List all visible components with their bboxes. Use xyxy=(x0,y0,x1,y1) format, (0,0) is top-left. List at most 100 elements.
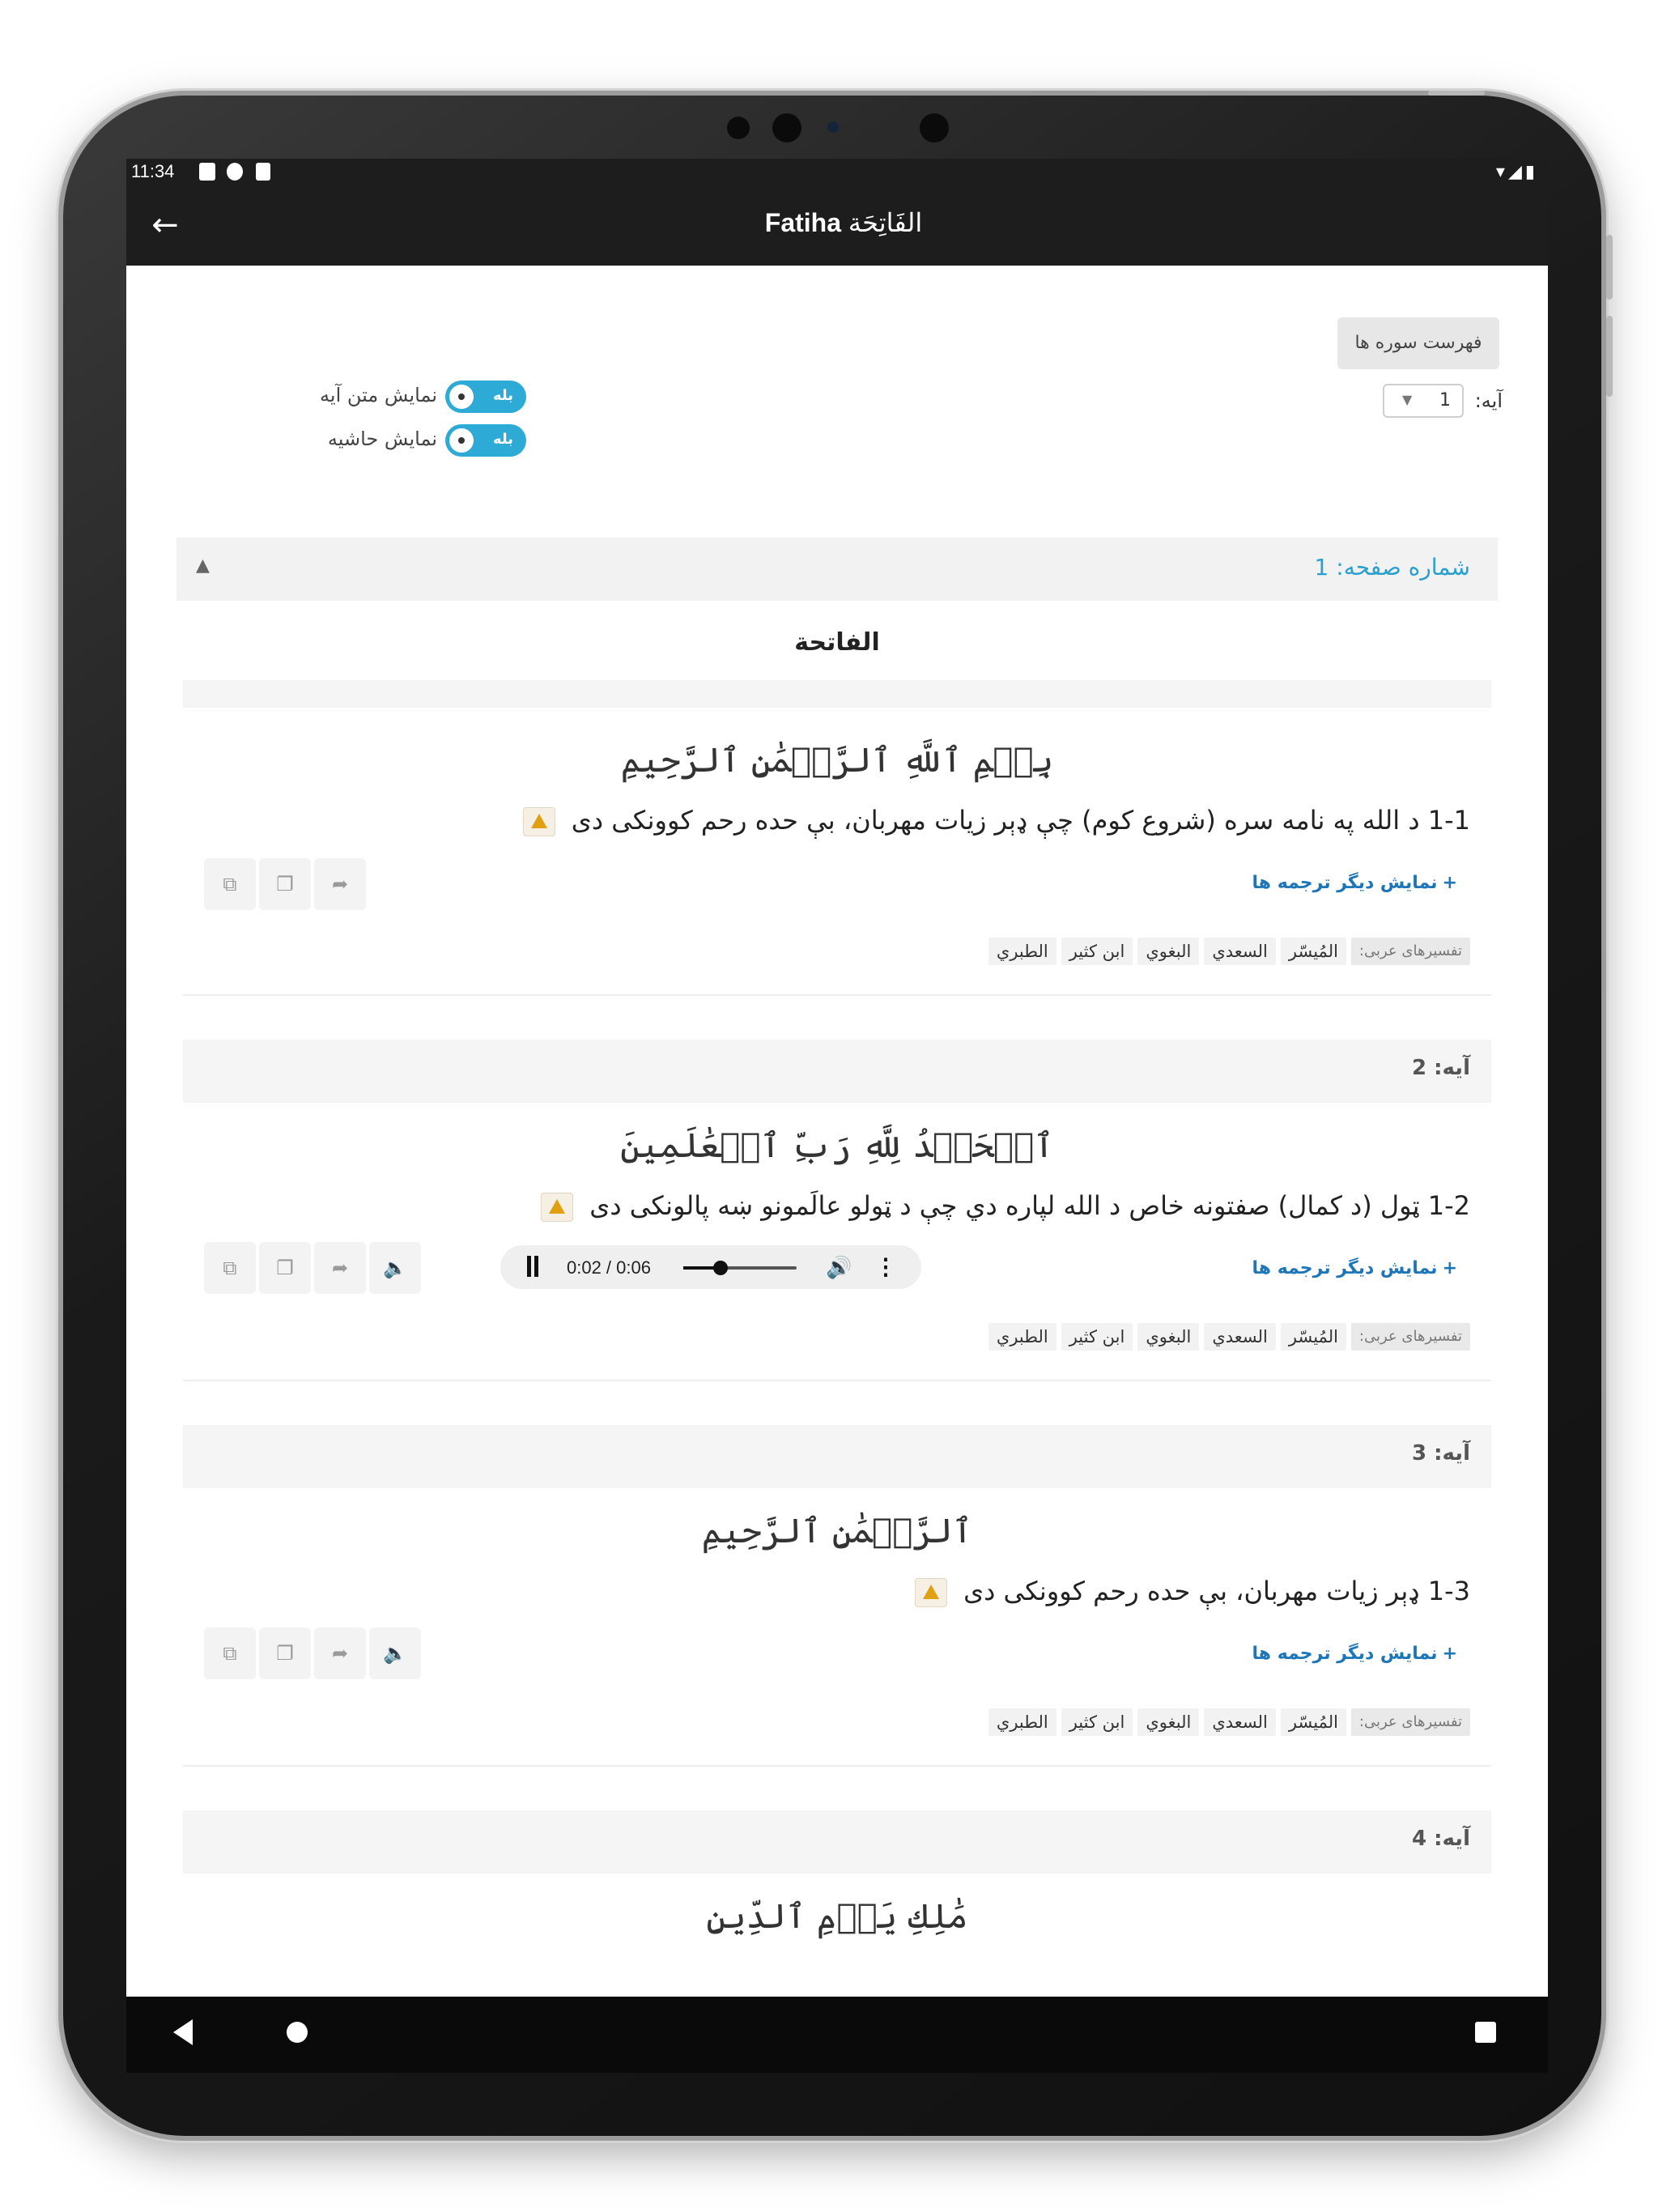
more-vertical-icon[interactable]: ⋮ xyxy=(874,1253,897,1280)
tafsir-link[interactable]: الطبري xyxy=(988,938,1056,965)
nav-recents-icon[interactable] xyxy=(1475,2022,1496,2043)
toggle-knob xyxy=(449,428,474,453)
plus-icon: + xyxy=(1442,1258,1457,1278)
navigation-bar xyxy=(126,1997,1548,2073)
page-number-header[interactable]: شماره صفحه: 1 ▲ xyxy=(176,538,1498,601)
tafsir-link[interactable]: البغوي xyxy=(1137,938,1200,965)
tafsir-list: تفسیرهای عربی:المُيسّرالسعديالبغويابن كث… xyxy=(984,1708,1470,1736)
ayah-select-label: آیه: xyxy=(1474,389,1503,412)
toggle-label: نمایش حاشیه xyxy=(327,428,437,450)
title-arabic: الفَاتِحَة xyxy=(848,208,923,237)
pause-icon[interactable] xyxy=(526,1256,539,1277)
tafsir-link[interactable]: الطبري xyxy=(988,1708,1056,1736)
external-link-icon[interactable]: ⧉ xyxy=(204,1242,256,1294)
ayah-tools: ⧉ ❐ ➦ xyxy=(204,858,447,912)
toggle-label: نمایش متن آیه xyxy=(320,384,437,406)
ayah-translation: 1-3 ډېر زيات مهربان، بې حده رحم کوونکى د… xyxy=(914,1576,1470,1607)
toggle-show-footnotes[interactable]: نمایش حاشیه بله xyxy=(183,423,526,458)
warning-icon[interactable] xyxy=(914,1578,947,1607)
camera-sensor xyxy=(827,121,839,133)
page-number: شماره صفحه: 1 xyxy=(1314,554,1470,581)
copy-icon[interactable]: ❐ xyxy=(259,858,311,910)
external-link-icon[interactable]: ⧉ xyxy=(204,858,256,910)
title-latin: Fatiha xyxy=(764,208,842,237)
main-content: فهرست سوره ها آیه: 1 ▼ نمایش متن آیه بله… xyxy=(126,266,1548,1997)
speaker-icon[interactable]: 🔈 xyxy=(369,1242,421,1294)
tafsir-link[interactable]: المُيسّر xyxy=(1280,938,1346,965)
tafsir-link[interactable]: البغوي xyxy=(1137,1708,1200,1736)
toggle-state: بله xyxy=(492,431,513,448)
external-link-icon[interactable]: ⧉ xyxy=(204,1627,256,1679)
copy-icon[interactable]: ❐ xyxy=(259,1627,311,1679)
toggle-switch[interactable]: بله xyxy=(445,381,526,413)
notification-icon xyxy=(199,163,215,181)
tafsir-label: تفسیرهای عربی: xyxy=(1350,1708,1470,1736)
share-icon[interactable]: ➦ xyxy=(314,1627,366,1679)
tafsir-label: تفسیرهای عربی: xyxy=(1350,938,1470,965)
audio-player[interactable]: 0:02 / 0:06 🔊 ⋮ xyxy=(500,1245,921,1289)
ayah-arabic-text: بِسۡمِ ٱللَّهِ ٱلرَّحۡمَٰنِ ٱلرَّحِيمِ xyxy=(620,740,1054,780)
screen: 11:34 ▾◢▮ ← Fatiha الفَاتِحَة فهرست سوره… xyxy=(126,159,1548,1997)
show-more-translations-link[interactable]: +نمایش دیگر ترجمه ها xyxy=(1252,1644,1457,1664)
camera-lens xyxy=(772,113,801,143)
volume-icon[interactable]: 🔊 xyxy=(826,1255,852,1280)
toggle-state: بله xyxy=(492,387,513,404)
tafsir-label: تفسیرهای عربی: xyxy=(1350,1323,1470,1351)
camera-dot xyxy=(727,117,750,139)
camera-dot xyxy=(920,113,949,143)
tafsir-link[interactable]: المُيسّر xyxy=(1280,1323,1346,1351)
ayah-translation: 1-1 د الله په نامه سره (شروع کوم) چې ډېر… xyxy=(522,805,1470,836)
surah-list-button[interactable]: فهرست سوره ها xyxy=(1337,317,1499,369)
tafsir-link[interactable]: الطبري xyxy=(988,1323,1056,1351)
show-more-translations-link[interactable]: +نمایش دیگر ترجمه ها xyxy=(1252,873,1457,893)
ayah-tools: ⧉ ❐ ➦ 🔈 xyxy=(204,1627,447,1681)
ayah-selector: آیه: 1 ▼ xyxy=(1383,384,1503,419)
plus-icon: + xyxy=(1442,1644,1457,1664)
copy-icon[interactable]: ❐ xyxy=(259,1242,311,1294)
ayah-header: آیه: 2 xyxy=(183,1040,1491,1103)
seek-thumb[interactable] xyxy=(713,1261,729,1275)
tafsir-list: تفسیرهای عربی:المُيسّرالسعديالبغويابن كث… xyxy=(984,1323,1470,1351)
ayah-title: آیه: 4 xyxy=(1412,1827,1470,1851)
ayah-tools: ⧉ ❐ ➦ 🔈 0:02 / 0:06 🔊 ⋮ xyxy=(204,1242,933,1295)
nav-home-icon[interactable] xyxy=(287,2022,308,2043)
show-more-translations-link[interactable]: +نمایش دیگر ترجمه ها xyxy=(1252,1258,1457,1278)
ayah-title: آیه: 3 xyxy=(1412,1441,1470,1465)
divider xyxy=(183,1380,1491,1381)
share-icon[interactable]: ➦ xyxy=(314,1242,366,1294)
volume-button xyxy=(1606,316,1613,397)
tafsir-link[interactable]: السعدي xyxy=(1204,1708,1276,1736)
more-translations-label: نمایش دیگر ترجمه ها xyxy=(1252,1644,1438,1664)
translation-text: 1-2 ټول (د کمال) صفتونه خاص د الله لپاره… xyxy=(589,1190,1470,1221)
ayah-arabic-text: ٱلۡحَمۡدُ لِلَّهِ رَبِّ ٱلۡعَٰلَمِينَ xyxy=(620,1125,1054,1165)
surah-name: الفاتحة xyxy=(794,628,880,657)
tafsir-link[interactable]: السعدي xyxy=(1204,1323,1276,1351)
toggle-switch[interactable]: بله xyxy=(445,424,526,457)
ayah-arabic-text: مَٰلِكِ يَوۡمِ ٱلدِّينِ xyxy=(706,1896,968,1936)
ayah-arabic-text: ٱلرَّحۡمَٰنِ ٱلرَّحِيمِ xyxy=(701,1511,973,1551)
share-icon[interactable]: ➦ xyxy=(314,858,366,910)
plus-icon: + xyxy=(1442,873,1457,893)
seek-slider[interactable] xyxy=(683,1261,797,1275)
ayah-dropdown[interactable]: 1 ▼ xyxy=(1383,384,1465,418)
tafsir-link[interactable]: ابن كثير xyxy=(1061,1323,1133,1351)
tafsir-link[interactable]: البغوي xyxy=(1137,1323,1200,1351)
tafsir-link[interactable]: ابن كثير xyxy=(1061,938,1133,965)
page-title: Fatiha الفَاتِحَة xyxy=(126,207,1548,238)
tafsir-link[interactable]: السعدي xyxy=(1204,938,1276,965)
collapse-up-icon[interactable]: ▲ xyxy=(196,555,210,576)
tafsir-link[interactable]: المُيسّر xyxy=(1280,1708,1346,1736)
top-button xyxy=(1428,91,1485,96)
warning-icon[interactable] xyxy=(522,807,555,836)
ayah-title: آیه: 2 xyxy=(1412,1056,1470,1080)
divider xyxy=(183,1765,1491,1767)
more-translations-label: نمایش دیگر ترجمه ها xyxy=(1252,1258,1438,1278)
nav-back-icon[interactable] xyxy=(173,2019,193,2045)
ayah-translation: 1-2 ټول (د کمال) صفتونه خاص د الله لپاره… xyxy=(541,1190,1470,1222)
warning-icon[interactable] xyxy=(541,1193,574,1222)
tafsir-link[interactable]: ابن كثير xyxy=(1061,1708,1133,1736)
speaker-icon[interactable]: 🔈 xyxy=(369,1627,421,1679)
ayah-dropdown-value: 1 xyxy=(1439,390,1452,410)
power-button xyxy=(1606,235,1613,300)
toggle-show-ayah-text[interactable]: نمایش متن آیه بله xyxy=(183,379,526,415)
